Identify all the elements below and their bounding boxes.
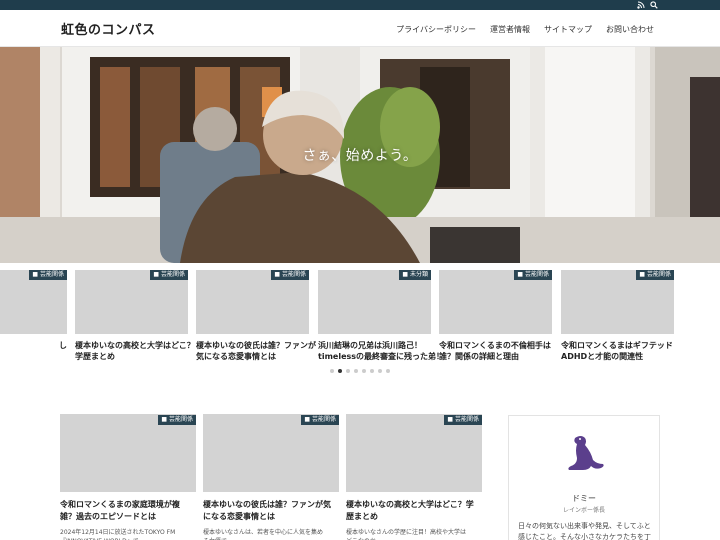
slider-card-thumbnail[interactable]: ■ 未分類: [318, 270, 431, 334]
slider-card[interactable]: ■ 芸能関係 榎本ゆいなの彼氏は誰？ファンが 気になる恋愛事情とは: [196, 270, 316, 362]
profile-role: レインボー係長: [562, 507, 605, 514]
profile-name: ドミー: [572, 494, 596, 503]
slider-card-thumbnail[interactable]: ■ 芸能関係: [75, 270, 188, 334]
seal-avatar-icon: [568, 436, 604, 470]
profile-bio: 日々の何気ない出来事や発見、そしてふと 感じたこと。そんな小さなカケラたちを丁: [518, 522, 651, 540]
pagination-dot[interactable]: [354, 369, 358, 373]
category-tag[interactable]: ■ 未分類: [399, 270, 431, 280]
hero-caption: さぁ、始めよう。: [302, 148, 418, 164]
slider-card[interactable]: ■ 芸能関係 令和ロマンくるまはギフテッド ADHDと才能の関連性: [561, 270, 674, 362]
pagination-dot[interactable]: [378, 369, 382, 373]
slider-card-title[interactable]: し: [0, 340, 67, 351]
post-title[interactable]: 令和ロマンくるまの家庭環境が複 雑？過去のエピソードとは: [60, 499, 196, 523]
post-card[interactable]: ■ 芸能関係 令和ロマンくるまの家庭環境が複 雑？過去のエピソードとは 2024…: [60, 414, 196, 540]
category-tag[interactable]: ■ 芸能関係: [150, 270, 188, 280]
slider-card[interactable]: ■ 芸能関係 令和ロマンくるまの不倫相手は 誰？関係の詳細と理由: [439, 270, 552, 362]
post-thumbnail[interactable]: ■ 芸能関係: [60, 414, 196, 492]
nav-sitemap[interactable]: サイトマップ: [544, 24, 592, 35]
post-thumbnail[interactable]: ■ 芸能関係: [203, 414, 339, 492]
nav-operator-info[interactable]: 運営者情報: [490, 24, 530, 35]
rss-icon[interactable]: [637, 1, 645, 9]
category-tag[interactable]: ■ 芸能関係: [158, 415, 196, 425]
category-tag[interactable]: ■ 芸能関係: [301, 415, 339, 425]
slider-card[interactable]: ■ 芸能関係 し: [0, 270, 67, 351]
post-title[interactable]: 榎本ゆいなの高校と大学はどこ？学 歴まとめ: [346, 499, 482, 523]
post-thumbnail[interactable]: ■ 芸能関係: [346, 414, 482, 492]
hero-banner: さぁ、始めよう。: [0, 47, 720, 263]
nav-privacy-policy[interactable]: プライバシーポリシー: [396, 24, 476, 35]
pagination-dot[interactable]: [330, 369, 334, 373]
slider-card[interactable]: ■ 芸能関係 榎本ゆいなの高校と大学はどこ？ 学歴まとめ: [75, 270, 195, 362]
post-excerpt: 2024年12月14日に放送されたTOKYO FM 『INNOVATIVE WO…: [60, 529, 176, 540]
pagination-dot[interactable]: [362, 369, 366, 373]
search-icon[interactable]: [650, 1, 658, 9]
slider-card-title[interactable]: 浜川結琳の兄弟は浜川路己！ timelessの最終審査に残った弟！: [318, 340, 444, 362]
post-excerpt: 榎本ゆいなさんは、若者を中心に人気を集め る女優で...: [203, 529, 324, 540]
slider-card-thumbnail[interactable]: ■ 芸能関係: [439, 270, 552, 334]
slider-card-title[interactable]: 榎本ゆいなの彼氏は誰？ファンが 気になる恋愛事情とは: [196, 340, 316, 362]
site-title[interactable]: 虹色のコンパス: [61, 19, 156, 38]
site-header: 虹色のコンパス プライバシーポリシー 運営者情報 サイトマップ お問い合わせ: [0, 10, 720, 47]
pagination-dot[interactable]: [370, 369, 374, 373]
post-title[interactable]: 榎本ゆいなの彼氏は誰？ファンが気 になる恋愛事情とは: [203, 499, 339, 523]
nav-contact[interactable]: お問い合わせ: [606, 24, 654, 35]
slider-card[interactable]: ■ 未分類 浜川結琳の兄弟は浜川路己！ timelessの最終審査に残った弟！: [318, 270, 444, 362]
pagination-dot[interactable]: [386, 369, 390, 373]
global-nav: プライバシーポリシー 運営者情報 サイトマップ お問い合わせ: [396, 24, 654, 35]
category-tag[interactable]: ■ 芸能関係: [29, 270, 67, 280]
category-tag[interactable]: ■ 芸能関係: [444, 415, 482, 425]
slider-card-title[interactable]: 榎本ゆいなの高校と大学はどこ？ 学歴まとめ: [75, 340, 195, 362]
slider-card-title[interactable]: 令和ロマンくるまはギフテッド ADHDと才能の関連性: [561, 340, 674, 362]
slider-pagination: [330, 369, 390, 373]
pagination-dot[interactable]: [346, 369, 350, 373]
featured-slider: ■ 芸能関係 し ■ 芸能関係 榎本ゆいなの高校と大学はどこ？ 学歴まとめ ■ …: [0, 263, 720, 378]
post-card[interactable]: ■ 芸能関係 榎本ゆいなの彼氏は誰？ファンが気 になる恋愛事情とは 榎本ゆいなさ…: [203, 414, 339, 540]
category-tag[interactable]: ■ 芸能関係: [271, 270, 309, 280]
slider-card-thumbnail[interactable]: ■ 芸能関係: [0, 270, 67, 334]
slider-card-thumbnail[interactable]: ■ 芸能関係: [196, 270, 309, 334]
profile-widget: ドミー レインボー係長 日々の何気ない出来事や発見、そしてふと 感じたこと。そん…: [508, 415, 660, 540]
slider-card-thumbnail[interactable]: ■ 芸能関係: [561, 270, 674, 334]
post-card[interactable]: ■ 芸能関係 榎本ゆいなの高校と大学はどこ？学 歴まとめ 榎本ゆいなさんの学歴に…: [346, 414, 482, 540]
top-bar: [0, 0, 720, 10]
slider-card-title[interactable]: 令和ロマンくるまの不倫相手は 誰？関係の詳細と理由: [439, 340, 552, 362]
post-excerpt: 榎本ゆいなさんの学歴に注目！高校や大学は どこなのか...: [346, 529, 467, 540]
category-tag[interactable]: ■ 芸能関係: [636, 270, 674, 280]
category-tag[interactable]: ■ 芸能関係: [514, 270, 552, 280]
pagination-dot[interactable]: [338, 369, 342, 373]
